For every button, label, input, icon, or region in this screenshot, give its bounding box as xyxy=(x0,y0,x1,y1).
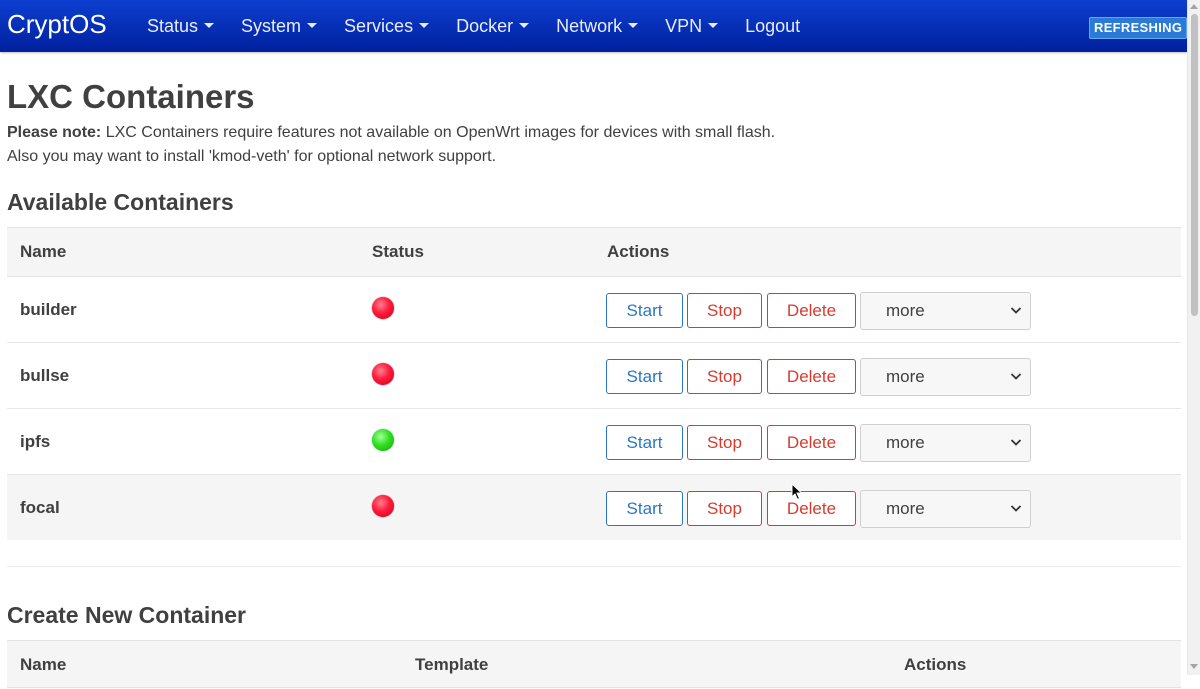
more-select-value: more xyxy=(886,367,925,386)
header-actions: Actions xyxy=(904,655,967,674)
table-header: Name Template Actions xyxy=(7,640,1181,688)
delete-button[interactable]: Delete xyxy=(767,425,856,460)
container-name: focal xyxy=(20,498,60,517)
page-title: LXC Containers xyxy=(7,78,255,115)
brand-logo[interactable]: CryptOS xyxy=(7,8,107,40)
section-divider xyxy=(7,566,1181,567)
stop-button[interactable]: Stop xyxy=(687,293,762,328)
nav-item-label: System xyxy=(241,16,302,36)
create-container-title: Create New Container xyxy=(7,602,247,628)
caret-down-icon xyxy=(307,22,318,28)
mouse-pointer-icon xyxy=(791,483,803,501)
nav-item-label: VPN xyxy=(665,16,703,36)
chevron-down-icon xyxy=(1010,307,1022,314)
chevron-down-icon xyxy=(1010,439,1022,446)
more-select[interactable]: more xyxy=(860,490,1031,528)
nav-item-network[interactable]: Network xyxy=(556,0,639,52)
chevron-down-icon xyxy=(1010,373,1022,380)
available-containers-title: Available Containers xyxy=(7,189,234,215)
table-header: Name Status Actions xyxy=(7,227,1181,277)
header-template: Template xyxy=(415,655,489,674)
status-stopped-icon xyxy=(372,297,394,319)
note-line-1: LXC Containers require features not avai… xyxy=(101,124,776,141)
page-scrollbar[interactable] xyxy=(1187,0,1200,675)
more-select-value: more xyxy=(886,301,925,320)
more-select[interactable]: more xyxy=(860,358,1031,396)
top-navbar: CryptOS Status System Services Docker Ne… xyxy=(0,0,1188,52)
nav-item-label: Services xyxy=(344,16,414,36)
nav-item-services[interactable]: Services xyxy=(344,0,430,52)
table-row: ipfs Start Stop Delete more xyxy=(7,409,1181,475)
container-name: bullse xyxy=(20,366,70,385)
stop-button[interactable]: Stop xyxy=(687,359,762,394)
start-button[interactable]: Start xyxy=(606,293,683,328)
nav-item-docker[interactable]: Docker xyxy=(456,0,530,52)
more-select[interactable]: more xyxy=(860,292,1031,330)
available-containers-table: Name Status Actions builder Start Stop D… xyxy=(7,227,1181,540)
container-name: builder xyxy=(20,300,77,319)
nav-item-vpn[interactable]: VPN xyxy=(665,0,719,52)
nav-item-label: Logout xyxy=(745,16,801,36)
status-stopped-icon xyxy=(372,363,394,385)
header-name: Name xyxy=(20,655,67,674)
caret-down-icon xyxy=(628,22,639,28)
more-select-value: more xyxy=(886,499,925,518)
start-button[interactable]: Start xyxy=(606,359,683,394)
scroll-down-arrow-icon[interactable] xyxy=(1190,664,1198,669)
table-row: builder Start Stop Delete more xyxy=(7,277,1181,343)
caret-down-icon xyxy=(204,22,215,28)
delete-button[interactable]: Delete xyxy=(767,491,856,526)
scroll-up-arrow-icon[interactable] xyxy=(1190,4,1198,9)
status-stopped-icon xyxy=(372,495,394,517)
refreshing-badge[interactable]: REFRESHING xyxy=(1089,17,1188,39)
header-actions: Actions xyxy=(607,242,670,261)
caret-down-icon xyxy=(419,22,430,28)
status-running-icon xyxy=(372,429,394,451)
caret-down-icon xyxy=(708,22,719,28)
scrollbar-thumb[interactable] xyxy=(1191,14,1198,316)
page-note: Please note: LXC Containers require feat… xyxy=(7,121,775,169)
stop-button[interactable]: Stop xyxy=(687,425,762,460)
chevron-down-icon xyxy=(1010,505,1022,512)
delete-button[interactable]: Delete xyxy=(767,293,856,328)
nav-item-label: Network xyxy=(556,16,623,36)
container-name: ipfs xyxy=(20,432,51,451)
more-select[interactable]: more xyxy=(860,424,1031,462)
nav-item-status[interactable]: Status xyxy=(147,0,215,52)
nav-item-system[interactable]: System xyxy=(241,0,318,52)
nav-item-label: Docker xyxy=(456,16,514,36)
header-name: Name xyxy=(20,242,67,261)
header-status: Status xyxy=(372,242,424,261)
table-row: bullse Start Stop Delete more xyxy=(7,343,1181,409)
nav-item-label: Status xyxy=(147,16,199,36)
stop-button[interactable]: Stop xyxy=(687,491,762,526)
table-row: focal Start Stop Delete more xyxy=(7,475,1181,540)
create-container-table: Name Template Actions xyxy=(7,640,1181,688)
delete-button[interactable]: Delete xyxy=(767,359,856,394)
nav-menu: Status System Services Docker Network VP… xyxy=(147,0,827,52)
note-label: Please note: xyxy=(7,124,102,141)
more-select-value: more xyxy=(886,433,925,452)
note-line-2: Also you may want to install 'kmod-veth'… xyxy=(7,148,497,165)
nav-item-logout[interactable]: Logout xyxy=(745,0,800,52)
caret-down-icon xyxy=(519,22,530,28)
start-button[interactable]: Start xyxy=(606,425,683,460)
start-button[interactable]: Start xyxy=(606,491,683,526)
